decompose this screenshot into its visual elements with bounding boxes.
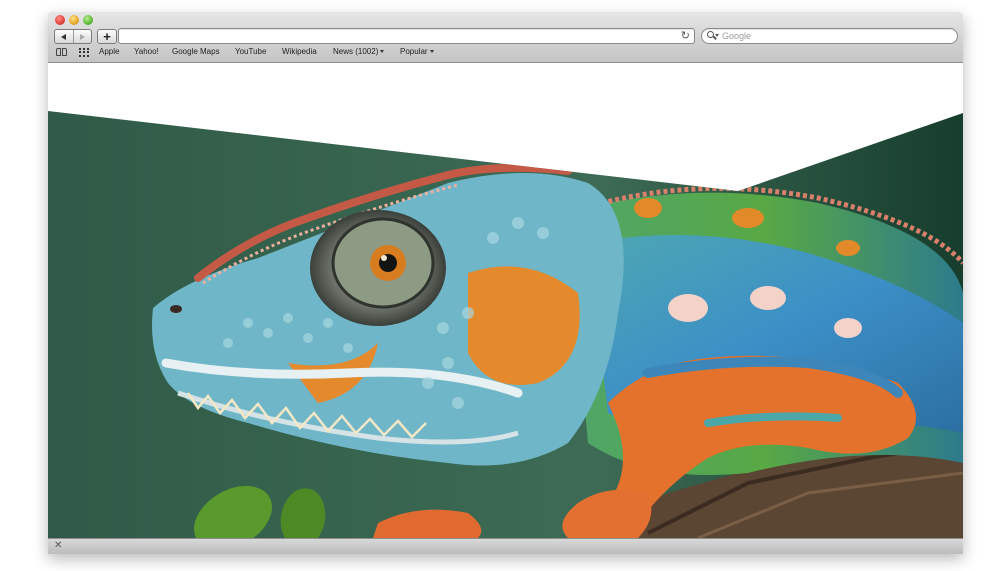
back-forward-group xyxy=(54,29,92,44)
browser-window: + ↻ Apple Yahoo! Google Maps YouTube Wik… xyxy=(48,12,963,554)
web-content xyxy=(48,63,963,538)
minimize-window-button[interactable] xyxy=(69,15,79,25)
back-button[interactable] xyxy=(55,30,73,43)
bookmark-wikipedia[interactable]: Wikipedia xyxy=(282,47,317,57)
bookmarks-book-icon[interactable] xyxy=(56,48,68,56)
add-bookmark-button[interactable]: + xyxy=(97,29,117,44)
bookmarks-bar: Apple Yahoo! Google Maps YouTube Wikiped… xyxy=(48,46,963,60)
bookmark-youtube[interactable]: YouTube xyxy=(235,47,266,57)
close-window-button[interactable] xyxy=(55,15,65,25)
back-arrow-icon xyxy=(61,33,67,40)
zoom-window-button[interactable] xyxy=(83,15,93,25)
bookmark-news-menu[interactable]: News (1002) xyxy=(333,47,385,57)
close-icon[interactable]: ✕ xyxy=(54,540,62,552)
bookmark-news-label: News (1002) xyxy=(333,47,379,56)
chevron-down-icon xyxy=(429,50,434,54)
search-bar xyxy=(701,28,958,44)
forward-button[interactable] xyxy=(72,30,92,43)
bookmark-google-maps[interactable]: Google Maps xyxy=(172,47,220,57)
bookmark-popular-menu[interactable]: Popular xyxy=(400,47,434,57)
status-bar: ✕ xyxy=(48,538,963,554)
top-sites-grid-icon[interactable] xyxy=(79,48,89,57)
browser-toolbar: + ↻ Apple Yahoo! Google Maps YouTube Wik… xyxy=(48,12,963,63)
reload-icon[interactable]: ↻ xyxy=(681,29,690,43)
bookmark-popular-label: Popular xyxy=(400,47,428,56)
bookmark-yahoo[interactable]: Yahoo! xyxy=(134,47,159,57)
bookmark-apple[interactable]: Apple xyxy=(99,47,119,57)
address-bar[interactable]: ↻ xyxy=(118,28,695,44)
chevron-down-icon xyxy=(380,50,385,54)
search-input[interactable] xyxy=(722,29,942,43)
search-icon[interactable] xyxy=(707,31,714,38)
chameleon-photo xyxy=(48,111,963,538)
forward-arrow-icon xyxy=(79,33,85,40)
search-menu-caret-icon[interactable] xyxy=(715,34,719,37)
